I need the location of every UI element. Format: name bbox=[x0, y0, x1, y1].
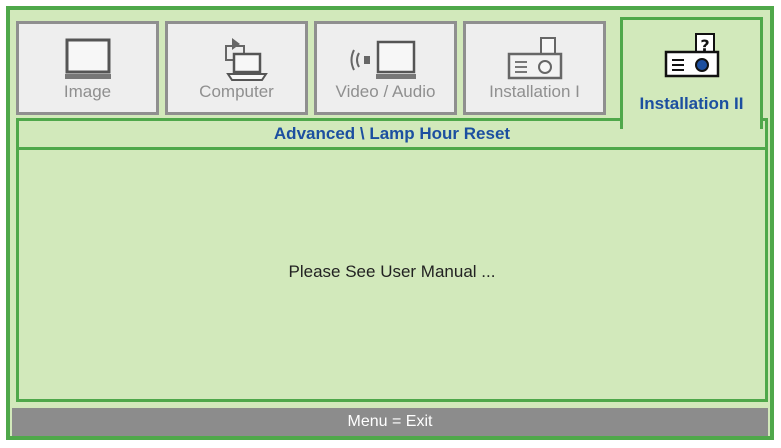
tab-label: Video / Audio bbox=[335, 82, 436, 101]
tab-video-audio[interactable]: Video / Audio bbox=[314, 21, 457, 115]
tab-installation-2[interactable]: ? Installation II bbox=[620, 17, 763, 129]
monitor-icon bbox=[19, 36, 156, 84]
tab-label: Computer bbox=[199, 82, 274, 101]
projector-icon bbox=[466, 36, 603, 84]
tab-image[interactable]: Image bbox=[16, 21, 159, 115]
tab-label: Image bbox=[63, 82, 112, 101]
tab-label: Installation II bbox=[639, 94, 744, 113]
tab-computer[interactable]: Computer bbox=[165, 21, 308, 115]
osd-menu: Image Computer Video / Audio Installatio… bbox=[6, 6, 774, 440]
laptop-icon bbox=[168, 36, 305, 84]
tab-label: Installation I bbox=[489, 82, 580, 101]
tab-installation-1[interactable]: Installation I bbox=[463, 21, 606, 115]
footer-hint: Menu = Exit bbox=[12, 408, 768, 436]
info-message: Please See User Manual ... bbox=[288, 262, 496, 281]
projector-question-icon: ? bbox=[623, 32, 760, 80]
content-panel: Please See User Manual ... bbox=[16, 147, 768, 402]
speaker-screen-icon bbox=[317, 36, 454, 84]
